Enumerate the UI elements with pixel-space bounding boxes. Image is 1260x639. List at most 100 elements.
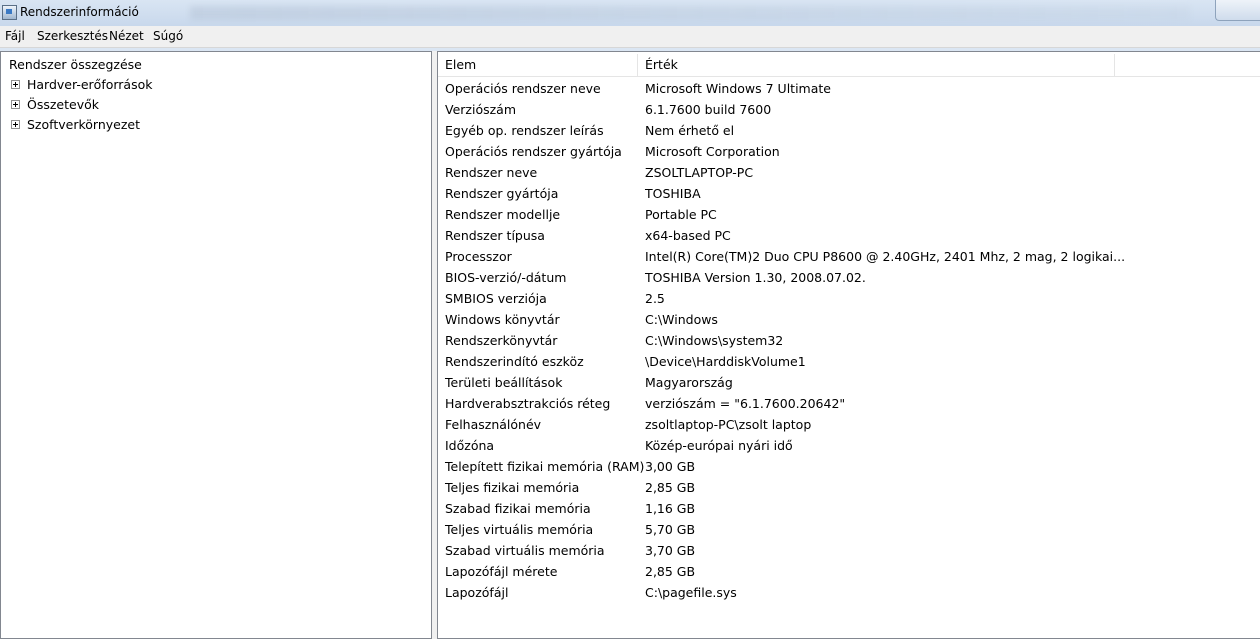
list-row[interactable]: Verziószám 6.1.7600 build 7600 [438, 99, 1260, 120]
row-item-name: Egyéb op. rendszer leírás [445, 123, 604, 138]
tree-item-label: Összetevők [27, 97, 99, 112]
list-row[interactable]: Teljes fizikai memória 2,85 GB [438, 477, 1260, 498]
window-title: Rendszerinformáció [20, 5, 139, 19]
row-item-value: TOSHIBA Version 1.30, 2008.07.02. [645, 270, 866, 285]
system-information-app-icon [2, 5, 17, 20]
row-item-name: Időzóna [445, 438, 495, 453]
row-item-name: Szabad fizikai memória [445, 501, 591, 516]
row-item-name: Szabad virtuális memória [445, 543, 605, 558]
row-item-value: zsoltlaptop-PC\zsolt laptop [645, 417, 812, 432]
list-row[interactable]: Lapozófájl C:\pagefile.sys [438, 582, 1260, 603]
tree-item-label: Hardver-erőforrások [27, 77, 153, 92]
menu-help[interactable]: Súgó [153, 29, 183, 43]
row-item-value: 2,85 GB [645, 480, 696, 495]
list-row[interactable]: Szabad fizikai memória 1,16 GB [438, 498, 1260, 519]
list-row[interactable]: Területi beállítások Magyarország [438, 372, 1260, 393]
list-row[interactable]: Telepített fizikai memória (RAM) 3,00 GB [438, 456, 1260, 477]
list-row[interactable]: Hardverabsztrakciós réteg verziószám = "6… [438, 393, 1260, 414]
column-header-item[interactable]: Elem [438, 54, 638, 76]
list-row[interactable]: Operációs rendszer gyártója Microsoft Cor… [438, 141, 1260, 162]
row-item-value: 6.1.7600 build 7600 [645, 102, 772, 117]
row-item-name: Rendszer gyártója [445, 186, 559, 201]
details-list: Operációs rendszer neve Microsoft Windows… [438, 78, 1260, 603]
row-item-name: Felhasználónév [445, 417, 542, 432]
row-item-name: Verziószám [445, 102, 517, 117]
expand-plus-icon[interactable] [11, 100, 20, 109]
list-row[interactable]: Rendszer típusa x64-based PC [438, 225, 1260, 246]
details-list-pane: Elem Érték Operációs rendszer neve Micros… [437, 51, 1260, 639]
window-controls[interactable] [1215, 0, 1260, 21]
row-item-value: \Device\HarddiskVolume1 [645, 354, 806, 369]
menu-view[interactable]: Nézet [109, 29, 144, 43]
list-row[interactable]: Teljes virtuális memória 5,70 GB [438, 519, 1260, 540]
category-tree-pane: Rendszer összegzése Hardver-erőforrások … [0, 51, 432, 639]
list-row[interactable]: Processzor Intel(R) Core(TM)2 Duo CPU P86… [438, 246, 1260, 267]
row-item-value: 3,70 GB [645, 543, 696, 558]
row-item-value: ZSOLTLAPTOP-PC [645, 165, 754, 180]
row-item-value: 1,16 GB [645, 501, 696, 516]
list-row[interactable]: Rendszerindító eszköz \Device\HarddiskVol… [438, 351, 1260, 372]
row-item-value: verziószám = "6.1.7600.20642" [645, 396, 846, 411]
tree-item-system-summary[interactable]: Rendszer összegzése [8, 57, 143, 72]
list-header: Elem Érték [438, 54, 1260, 77]
tree-item-label: Szoftverkörnyezet [27, 117, 140, 132]
row-item-name: Windows könyvtár [445, 312, 560, 327]
row-item-name: Rendszer modellje [445, 207, 561, 222]
list-row[interactable]: SMBIOS verziója 2.5 [438, 288, 1260, 309]
menu-bar: Fájl Szerkesztés Nézet Súgó [0, 26, 1260, 48]
row-item-value: Magyarország [645, 375, 733, 390]
row-item-name: Lapozófájl [445, 585, 509, 600]
list-row[interactable]: Rendszerkönyvtár C:\Windows\system32 [438, 330, 1260, 351]
list-row[interactable]: Rendszer gyártója TOSHIBA [438, 183, 1260, 204]
list-row[interactable]: Rendszer modellje Portable PC [438, 204, 1260, 225]
row-item-value: Portable PC [645, 207, 717, 222]
row-item-value: Közép-európai nyári idő [645, 438, 793, 453]
row-item-name: BIOS-verzió/-dátum [445, 270, 567, 285]
row-item-name: Rendszer típusa [445, 228, 545, 243]
list-row[interactable]: BIOS-verzió/-dátum TOSHIBA Version 1.30, … [438, 267, 1260, 288]
row-item-name: Telepített fizikai memória (RAM) [445, 459, 645, 474]
system-information-window: Rendszerinformáció Fájl Szerkesztés Néze… [0, 0, 1260, 639]
menu-file[interactable]: Fájl [5, 29, 25, 43]
row-item-value: Microsoft Windows 7 Ultimate [645, 81, 831, 96]
expand-plus-icon[interactable] [11, 120, 20, 129]
list-row[interactable]: Lapozófájl mérete 2,85 GB [438, 561, 1260, 582]
list-row[interactable]: Egyéb op. rendszer leírás Nem érhető el [438, 120, 1260, 141]
list-row[interactable]: Időzóna Közép-európai nyári idő [438, 435, 1260, 456]
expand-plus-icon[interactable] [11, 80, 20, 89]
list-row[interactable]: Operációs rendszer neve Microsoft Windows… [438, 78, 1260, 99]
row-item-value: 3,00 GB [645, 459, 696, 474]
background-window-blur [190, 6, 1190, 20]
row-item-name: Hardverabsztrakciós réteg [445, 396, 611, 411]
row-item-value: Microsoft Corporation [645, 144, 780, 159]
row-item-value: 5,70 GB [645, 522, 696, 537]
row-item-value: 2,85 GB [645, 564, 696, 579]
list-row[interactable]: Rendszer neve ZSOLTLAPTOP-PC [438, 162, 1260, 183]
row-item-value: C:\Windows [645, 312, 718, 327]
row-item-value: 2.5 [645, 291, 665, 306]
row-item-name: Teljes virtuális memória [445, 522, 594, 537]
row-item-name: Lapozófájl mérete [445, 564, 558, 579]
row-item-name: Operációs rendszer neve [445, 81, 601, 96]
row-item-name: Operációs rendszer gyártója [445, 144, 622, 159]
row-item-name: Rendszer neve [445, 165, 538, 180]
row-item-value: C:\Windows\system32 [645, 333, 784, 348]
column-header-filler [1115, 54, 1260, 76]
list-row[interactable]: Windows könyvtár C:\Windows [438, 309, 1260, 330]
row-item-name: Rendszerindító eszköz [445, 354, 584, 369]
row-item-value: x64-based PC [645, 228, 731, 243]
list-row[interactable]: Felhasználónév zsoltlaptop-PC\zsolt lapto… [438, 414, 1260, 435]
list-row[interactable]: Szabad virtuális memória 3,70 GB [438, 540, 1260, 561]
menu-edit[interactable]: Szerkesztés [37, 29, 108, 43]
row-item-value: Nem érhető el [645, 123, 735, 138]
row-item-name: Területi beállítások [445, 375, 563, 390]
title-bar[interactable]: Rendszerinformáció [0, 0, 1260, 26]
row-item-name: SMBIOS verziója [445, 291, 547, 306]
row-item-value: Intel(R) Core(TM)2 Duo CPU P8600 @ 2.40G… [645, 249, 1126, 264]
column-header-value[interactable]: Érték [638, 54, 1115, 76]
row-item-name: Rendszerkönyvtár [445, 333, 558, 348]
row-item-name: Teljes fizikai memória [445, 480, 580, 495]
row-item-name: Processzor [445, 249, 512, 264]
row-item-value: TOSHIBA [645, 186, 701, 201]
row-item-value: C:\pagefile.sys [645, 585, 737, 600]
